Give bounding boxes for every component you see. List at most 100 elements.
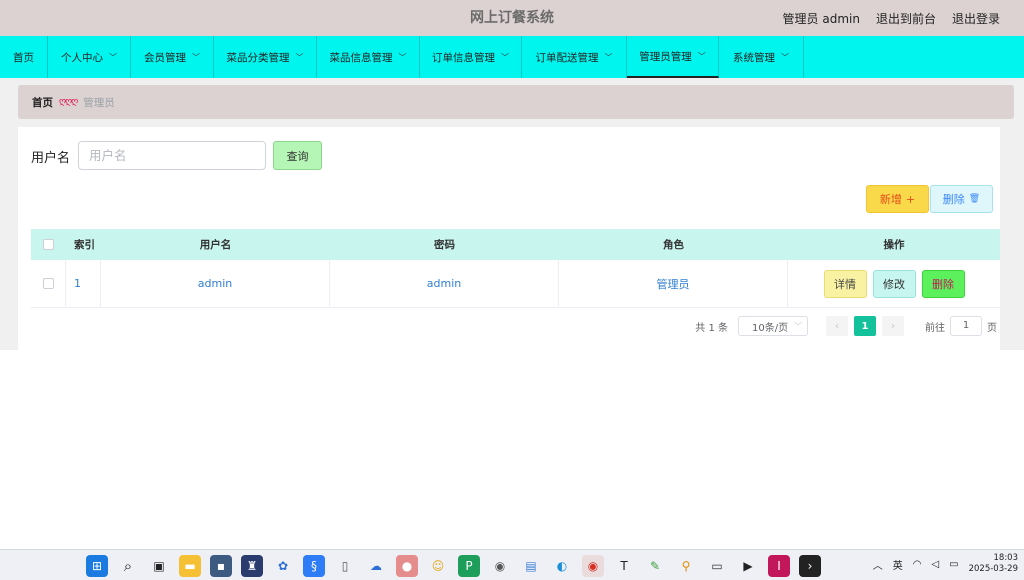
goto-page-input[interactable]: 1 <box>950 316 982 336</box>
goto-page: 前往 1 页 <box>925 316 997 336</box>
row-role: 管理员 <box>559 260 788 307</box>
detail-button[interactable]: 详情 <box>823 269 867 298</box>
app-icon[interactable]: ▭ <box>706 555 728 577</box>
nav-item-dish-info[interactable]: 菜品信息管理 ﹀ <box>317 36 420 78</box>
breadcrumb-separator: ღღღ <box>59 97 78 107</box>
add-button[interactable]: 新增 + <box>866 185 929 213</box>
windows-start-icon[interactable]: ⊞ <box>86 555 108 577</box>
header-user-area: 管理员 admin 退出到前台 退出登录 <box>783 0 1000 36</box>
app-icon[interactable]: ▪ <box>210 555 232 577</box>
username-search-input[interactable] <box>78 141 266 170</box>
media-player-icon[interactable]: ▶ <box>737 555 759 577</box>
input-language[interactable]: 英 <box>893 557 903 572</box>
row-index: 1 <box>66 260 101 307</box>
admin-table: 索引 用户名 密码 角色 操作 1 admin admin 管理员 详情 修改 … <box>31 229 1000 308</box>
table-row: 1 admin admin 管理员 详情 修改 删除 <box>31 260 1000 308</box>
app-icon[interactable]: ♜ <box>241 555 263 577</box>
delete-label: 删除 <box>942 193 965 206</box>
back-to-front-link[interactable]: 退出到前台 <box>876 10 936 27</box>
batch-delete-button[interactable]: 删除 🗑 <box>930 185 993 213</box>
row-username: admin <box>101 260 330 307</box>
volume-icon[interactable]: ◁ <box>931 559 939 570</box>
typora-icon[interactable]: T <box>613 555 635 577</box>
row-checkbox[interactable] <box>42 278 54 289</box>
search-label: 用户名 <box>31 151 71 166</box>
select-all-cell <box>31 229 66 260</box>
breadcrumb-home[interactable]: 首页 <box>32 95 53 110</box>
clock[interactable]: 18:03 2025-03-29 <box>969 553 1018 575</box>
app-icon[interactable]: ✿ <box>272 555 294 577</box>
nav-item-admin-management[interactable]: 管理员管理 ﹀ <box>627 36 719 78</box>
app-icon[interactable]: ✎ <box>644 555 666 577</box>
nav-label: 菜品分类管理 <box>226 51 290 64</box>
row-select-cell <box>31 260 66 307</box>
row-ops: 详情 修改 删除 <box>788 260 1000 307</box>
nav-item-order-info[interactable]: 订单信息管理 ﹀ <box>420 36 522 78</box>
page-size-select[interactable]: 10条/页 ﹀ <box>738 316 808 336</box>
search-icon[interactable]: ⌕ <box>117 555 139 577</box>
edge-icon[interactable]: ◐ <box>551 555 573 577</box>
header-index: 索引 <box>74 239 95 251</box>
nav-item-member-management[interactable]: 会员管理 ﹀ <box>131 36 214 78</box>
chevron-down-icon: ﹀ <box>109 52 117 62</box>
prev-page-button[interactable]: ‹ <box>826 316 848 336</box>
nav-label: 管理员管理 <box>639 50 692 63</box>
file-explorer-icon[interactable]: ▬ <box>179 555 201 577</box>
nav-label: 菜品信息管理 <box>329 51 393 64</box>
nav-item-system-management[interactable]: 系统管理 ﹀ <box>719 36 804 78</box>
recycle-bin-icon[interactable]: ▯ <box>334 555 356 577</box>
wechat-icon[interactable]: ● <box>396 555 418 577</box>
top-header: 网上订餐系统 管理员 admin 退出到前台 退出登录 <box>0 0 1024 36</box>
main-nav: 首页 个人中心 ﹀ 会员管理 ﹀ 菜品分类管理 ﹀ 菜品信息管理 ﹀ 订单信息管理 ﹀ 订… <box>0 36 1024 78</box>
trash-icon: 🗑 <box>968 194 981 204</box>
logout-link[interactable]: 退出登录 <box>952 10 1000 27</box>
next-page-button[interactable]: › <box>882 316 904 336</box>
breadcrumb: 首页 ღღღ 管理员 <box>18 85 1014 119</box>
nav-label: 个人中心 <box>61 51 103 64</box>
app-icon[interactable]: ⚲ <box>675 555 697 577</box>
header-role: 角色 <box>663 239 684 251</box>
image-viewer-icon[interactable]: ▤ <box>520 555 542 577</box>
pagination: 共 1 条 10条/页 ﹀ ‹ 1 › 前往 1 页 <box>695 316 997 336</box>
app-icon[interactable]: ◉ <box>489 555 511 577</box>
nav-label: 订单信息管理 <box>432 51 495 64</box>
nav-item-personal-center[interactable]: 个人中心 ﹀ <box>48 36 131 78</box>
chevron-down-icon: ﹀ <box>192 52 200 62</box>
chevron-up-icon[interactable]: ︿ <box>873 557 883 572</box>
nav-item-home[interactable]: 首页 <box>0 36 48 78</box>
header-password: 密码 <box>434 239 455 251</box>
intellij-icon[interactable]: I <box>768 555 790 577</box>
task-view-icon[interactable]: ▣ <box>148 555 170 577</box>
nav-label: 首页 <box>13 51 34 64</box>
nav-item-order-delivery[interactable]: 订单配送管理 ﹀ <box>522 36 627 78</box>
query-button[interactable]: 查询 <box>273 141 322 170</box>
terminal-icon[interactable]: › <box>799 555 821 577</box>
pycharm-icon[interactable]: P <box>458 555 480 577</box>
page-number-button[interactable]: 1 <box>854 316 876 336</box>
battery-icon[interactable]: ▭ <box>949 559 958 570</box>
system-tray: ︿ 英 ◠ ◁ ▭ 18:03 2025-03-29 <box>873 553 1018 575</box>
nav-item-dish-category[interactable]: 菜品分类管理 ﹀ <box>214 36 317 78</box>
clock-date: 2025-03-29 <box>968 564 1018 574</box>
table-header: 索引 用户名 密码 角色 操作 <box>31 229 1000 260</box>
wifi-icon[interactable]: ◠ <box>913 559 922 570</box>
app-icon[interactable]: ☺ <box>427 555 449 577</box>
header-ops: 操作 <box>883 239 905 251</box>
select-all-checkbox[interactable] <box>43 239 54 250</box>
chrome-icon[interactable]: ◉ <box>582 555 604 577</box>
app-icon[interactable]: § <box>303 555 325 577</box>
goto-suffix: 页 <box>987 322 997 334</box>
chevron-down-icon: ﹀ <box>295 52 304 62</box>
os-taskbar: ⊞ ⌕ ▣ ▬ ▪ ♜ ✿ § ▯ ☁ ● ☺ P ◉ ▤ ◐ ◉ T ✎ ⚲ … <box>0 549 1024 580</box>
nav-label: 会员管理 <box>144 51 186 64</box>
taskbar-icons: ⊞ ⌕ ▣ ▬ ▪ ♜ ✿ § ▯ ☁ ● ☺ P ◉ ▤ ◐ ◉ T ✎ ⚲ … <box>86 555 821 577</box>
header-username: 用户名 <box>199 239 232 251</box>
page-size-value: 10条/页 <box>752 322 789 334</box>
add-label: 新增 <box>879 193 902 206</box>
delete-row-button[interactable]: 删除 <box>921 269 965 298</box>
cloud-icon[interactable]: ☁ <box>365 555 387 577</box>
row-password: admin <box>330 260 559 307</box>
chevron-down-icon: ﹀ <box>697 51 706 61</box>
chevron-down-icon: ﹀ <box>794 321 802 331</box>
edit-button[interactable]: 修改 <box>872 269 916 298</box>
